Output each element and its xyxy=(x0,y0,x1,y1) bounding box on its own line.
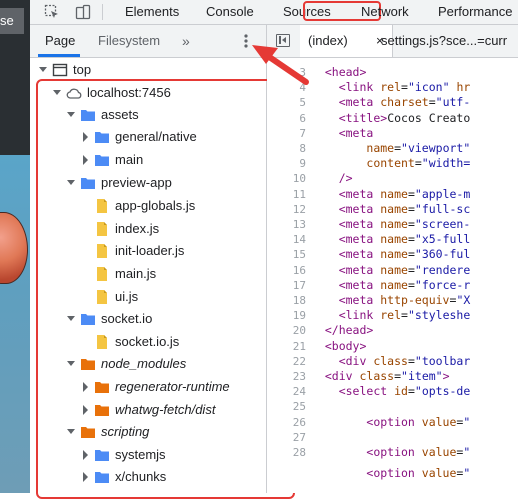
code-line: <link rel="styleshe xyxy=(311,308,471,323)
code-line: <meta name="apple-m xyxy=(311,186,471,201)
toggle-navigator-icon[interactable] xyxy=(276,34,290,47)
line-number: 24 xyxy=(292,385,306,399)
code-line: <title>Cocos Creato xyxy=(311,110,471,125)
code-line: <div class="toolbar xyxy=(311,353,471,368)
code-line: <meta name="rendere xyxy=(311,262,471,277)
tab-elements[interactable]: Elements xyxy=(125,0,179,24)
more-tabs-button[interactable]: » xyxy=(182,25,190,57)
line-number: 17 xyxy=(292,278,306,292)
devtools-toolbar: Elements Console Sources Network Perform… xyxy=(30,0,518,25)
tree-item[interactable]: top xyxy=(30,59,266,81)
preview-background xyxy=(0,155,30,493)
code-line: </head> xyxy=(311,323,374,338)
tab-page[interactable]: Page xyxy=(45,25,75,57)
code-line: <link rel="icon" hr xyxy=(311,80,471,95)
line-number: 6 xyxy=(299,111,306,125)
line-number: 9 xyxy=(299,157,306,171)
line-number: 27 xyxy=(292,430,306,444)
preview-button[interactable]: se xyxy=(0,8,24,34)
line-number: 25 xyxy=(292,400,306,414)
code-editor[interactable]: <head> <link rel="icon" hr <meta charset… xyxy=(311,58,518,493)
line-number: 5 xyxy=(299,96,306,110)
tab-filesystem[interactable]: Filesystem xyxy=(98,25,160,57)
code-line: content="width= xyxy=(366,156,471,171)
tab-console[interactable]: Console xyxy=(206,0,254,24)
code-line: <meta xyxy=(311,125,374,140)
line-number: 21 xyxy=(292,339,306,353)
line-number: 28 xyxy=(292,446,306,459)
line-number: 8 xyxy=(299,142,306,155)
line-number: 3 xyxy=(299,66,306,79)
code-line: <meta name="x5-full xyxy=(311,232,471,247)
tab-performance[interactable]: Performance xyxy=(438,0,512,24)
line-number-gutter: 3 4 5 6 7 8 9 10 11 12 13 14 15 16 17 18 19 20 21 22 23 24 25 2… xyxy=(267,58,311,493)
more-options-icon[interactable] xyxy=(243,33,249,49)
chevron-down-icon[interactable] xyxy=(38,59,48,81)
line-number: 4 xyxy=(299,81,306,95)
editor-tab-label: (index) xyxy=(308,33,348,48)
line-number: 18 xyxy=(292,294,306,307)
toolbar-separator xyxy=(102,4,103,20)
line-number: 14 xyxy=(292,233,306,247)
tab-network[interactable]: Network xyxy=(361,0,409,24)
code-line: <meta name="force-r xyxy=(311,277,471,292)
code-line: <body> xyxy=(311,338,367,353)
line-number: 19 xyxy=(292,309,306,323)
device-toolbar-icon[interactable] xyxy=(75,4,91,20)
code-line: <meta name="screen- xyxy=(311,217,471,231)
sources-subbar: Page Filesystem » (index) × settings.js?… xyxy=(30,25,518,58)
code-line: <div class="item"> xyxy=(311,369,450,383)
line-number: 13 xyxy=(292,218,306,231)
line-number: 11 xyxy=(292,187,306,201)
game-preview-panel: se xyxy=(0,0,30,493)
code-line: /> xyxy=(311,171,353,186)
line-number: 15 xyxy=(292,248,306,262)
code-line: <meta charset="utf- xyxy=(311,95,471,110)
code-line: <option value=" xyxy=(311,445,471,459)
code-line: <meta name="360-ful xyxy=(311,247,471,262)
code-line: <meta name="full-sc xyxy=(311,201,471,216)
line-number: 26 xyxy=(292,415,306,429)
line-number: 7 xyxy=(299,126,306,140)
inspect-element-icon[interactable] xyxy=(44,4,60,20)
panel-divider xyxy=(266,25,267,57)
line-number: 12 xyxy=(292,202,306,216)
line-number: 23 xyxy=(292,370,306,383)
frame-icon xyxy=(52,63,68,77)
line-number: 22 xyxy=(292,354,306,368)
editor-tab-index[interactable]: (index) × xyxy=(300,25,393,57)
code-line: <option value=" xyxy=(311,466,471,481)
tree-item-label: top xyxy=(73,62,92,77)
active-tab-underline xyxy=(38,54,80,57)
line-number: 10 xyxy=(292,172,306,186)
code-line: <option value=" xyxy=(311,414,471,429)
line-number: 16 xyxy=(292,263,306,277)
code-line: <head> xyxy=(311,65,367,79)
code-line: <select id="opts-de xyxy=(311,384,471,399)
code-line: name="viewport" xyxy=(366,141,471,155)
code-line: <meta http-equiv="X xyxy=(311,293,471,307)
editor-tab-settings[interactable]: settings.js?sce...=curr xyxy=(381,25,507,57)
line-number: 20 xyxy=(292,324,306,338)
tree-highlight-box xyxy=(36,79,295,499)
